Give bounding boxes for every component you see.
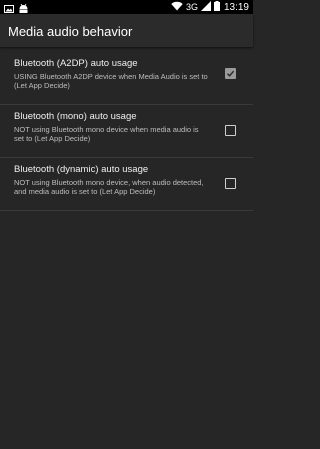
mono-checkbox[interactable] [225, 125, 236, 136]
navigation-bar [0, 413, 253, 449]
a2dp-checkbox[interactable] [225, 68, 236, 79]
app-bar: Media audio behavior [0, 14, 253, 47]
pref-title: Bluetooth (dynamic) auto usage [14, 164, 149, 175]
pref-title: Bluetooth (A2DP) auto usage [14, 58, 138, 69]
pref-mono-auto-usage[interactable]: Bluetooth (mono) auto usage NOT using Bl… [0, 105, 253, 158]
clock: 13:19 [223, 1, 249, 13]
pref-summary: NOT using Bluetooth mono device when med… [14, 125, 199, 143]
network-type-label: 3G [185, 2, 198, 12]
pref-a2dp-auto-usage[interactable]: Bluetooth (A2DP) auto usage USING Blueto… [0, 52, 253, 105]
pref-dynamic-auto-usage[interactable]: Bluetooth (dynamic) auto usage NOT using… [0, 158, 253, 211]
dynamic-checkbox[interactable] [225, 178, 236, 189]
preference-list: Bluetooth (A2DP) auto usage USING Blueto… [0, 52, 253, 211]
checkmark-icon [227, 70, 235, 77]
status-bar: 3G 13:19 [0, 0, 253, 14]
signal-icon [200, 0, 211, 14]
battery-icon [213, 0, 220, 14]
pref-summary: NOT using Bluetooth mono device, when au… [14, 178, 204, 196]
wifi-icon [171, 1, 183, 14]
pref-title: Bluetooth (mono) auto usage [14, 111, 137, 122]
system-icons: 3G 13:19 [171, 0, 249, 14]
pref-summary: USING Bluetooth A2DP device when Media A… [14, 72, 208, 90]
page-title: Media audio behavior [8, 24, 133, 39]
